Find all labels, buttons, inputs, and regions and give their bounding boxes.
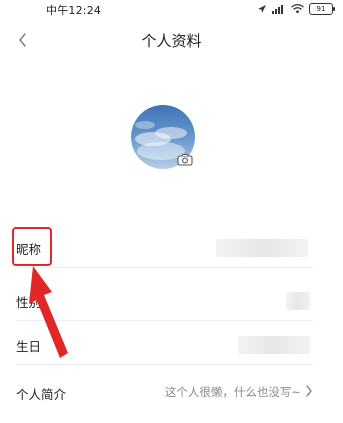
signal-icon	[272, 5, 283, 14]
row-value: 这个人很懒，什么也没写~	[164, 385, 301, 399]
profile-row-nickname[interactable]: 昵称	[16, 227, 313, 268]
redacted-value	[216, 239, 308, 257]
row-label: 性别	[16, 295, 42, 310]
status-bar: 中午12:24 91	[0, 0, 343, 20]
status-icons: 91	[257, 3, 335, 15]
header: 个人资料	[0, 24, 343, 56]
profile-row-bio[interactable]: 个人简介 这个人很懒，什么也没写~	[16, 372, 313, 412]
avatar[interactable]	[131, 105, 195, 169]
page-title: 个人资料	[141, 32, 202, 50]
profile-row-gender[interactable]: 性别	[16, 280, 313, 321]
highlight-box	[12, 227, 52, 266]
location-icon	[258, 5, 266, 13]
chevron-right-icon	[306, 385, 312, 397]
wifi-icon	[291, 4, 304, 14]
row-label: 个人简介	[16, 387, 67, 402]
profile-row-birthday[interactable]: 生日	[16, 324, 313, 365]
status-time: 中午12:24	[46, 4, 102, 17]
redacted-value	[286, 292, 310, 310]
battery-icon: 91	[309, 3, 335, 15]
row-label: 生日	[16, 339, 42, 354]
camera-icon[interactable]	[175, 151, 195, 167]
redacted-value	[238, 336, 310, 354]
